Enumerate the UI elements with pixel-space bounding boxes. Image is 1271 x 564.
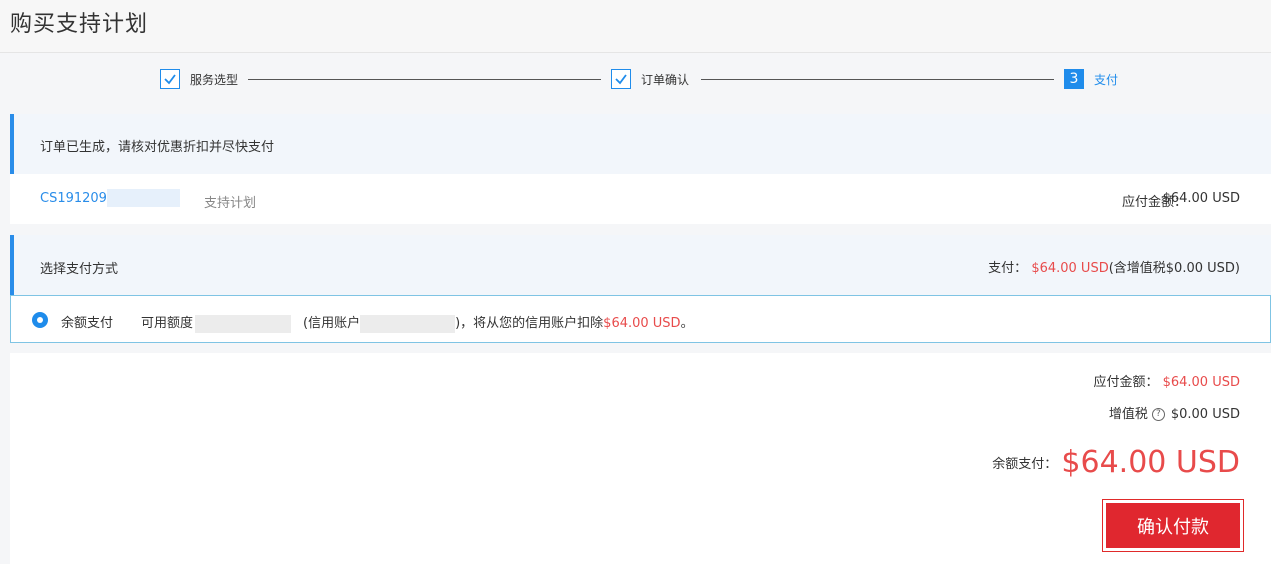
deduct-text: )，将从您的信用账户扣除 (455, 316, 604, 331)
redacted-credit (195, 314, 292, 333)
balance-payment-option[interactable]: 余额支付 可用额度 (信用账户 )，将从您的信用账户扣除$64.00 USD。 (10, 295, 1271, 343)
order-id-link[interactable]: CS191209 (40, 191, 107, 206)
confirm-button-focus-ring: 确认付款 (1102, 499, 1244, 552)
redacted-account (360, 314, 456, 333)
payment-total-panel: 应付金额： $64.00 USD 增值税? $0.00 USD 余额支付： $64… (10, 353, 1271, 564)
notice-text: 订单已生成，请核对优惠折扣并尽快支付 (40, 140, 275, 155)
balance-amount: $64.00 USD (1061, 445, 1240, 480)
deduct-suffix: 。 (680, 316, 694, 331)
step-payment: 3 支付 (1064, 69, 1118, 89)
confirm-payment-button[interactable]: 确认付款 (1106, 503, 1240, 548)
balance-payment-row: 余额支付： $64.00 USD (992, 445, 1240, 480)
redacted-order-id (107, 189, 180, 207)
step-label: 支付 (1094, 72, 1119, 87)
step-connector (701, 79, 1054, 80)
tax-row: 增值税? $0.00 USD (1109, 403, 1240, 422)
tax-value: $0.00 USD (1170, 407, 1240, 422)
page-header: 购买支持计划 (0, 0, 1271, 53)
checkbox-checked-icon (611, 69, 631, 89)
order-summary-row: CS191209 支持计划 应付金额： $64.00 USD (10, 174, 1271, 224)
order-notice-banner: 订单已生成，请核对优惠折扣并尽快支付 (10, 114, 1271, 174)
account-prefix: (信用账户 (303, 316, 361, 331)
progress-steps: 服务选型 订单确认 3 支付 (0, 54, 1271, 104)
deduct-amount: $64.00 USD (603, 316, 681, 331)
order-amount-value: $64.00 USD (1162, 191, 1240, 206)
payment-method-title: 选择支付方式 (40, 262, 119, 277)
step-label: 订单确认 (641, 72, 690, 87)
tax-label: 增值税 (1108, 407, 1148, 422)
due-value: $64.00 USD (1162, 375, 1240, 390)
help-icon[interactable]: ? (1151, 408, 1165, 421)
payment-method-header: 选择支付方式 支付： $64.00 USD(含增值税$0.00 USD) (10, 235, 1271, 295)
page-title: 购买支持计划 (10, 12, 149, 37)
step-order-confirm: 订单确认 (611, 69, 689, 89)
credit-label: 可用额度 (141, 316, 194, 331)
option-detail: 可用额度 (信用账户 )，将从您的信用账户扣除$64.00 USD。 (141, 312, 694, 333)
balance-label: 余额支付： (992, 457, 1058, 472)
checkbox-checked-icon (160, 69, 180, 89)
step-service-selection: 服务选型 (160, 69, 238, 89)
step-connector (248, 79, 601, 80)
payment-summary: 支付： $64.00 USD(含增值税$0.00 USD) (988, 257, 1240, 276)
step-number-badge: 3 (1064, 69, 1084, 89)
option-label: 余额支付 (61, 316, 114, 331)
due-amount-row: 应付金额： $64.00 USD (1093, 371, 1240, 390)
payment-summary-tax: (含增值税$0.00 USD) (1108, 261, 1240, 276)
radio-selected[interactable] (32, 312, 48, 328)
payment-summary-amount: $64.00 USD (1031, 261, 1109, 276)
payment-summary-label: 支付： (988, 261, 1028, 276)
radio-dot-icon (37, 317, 43, 323)
step-label: 服务选型 (190, 72, 239, 87)
order-type: 支持计划 (204, 196, 257, 211)
due-label: 应付金额： (1093, 375, 1159, 390)
